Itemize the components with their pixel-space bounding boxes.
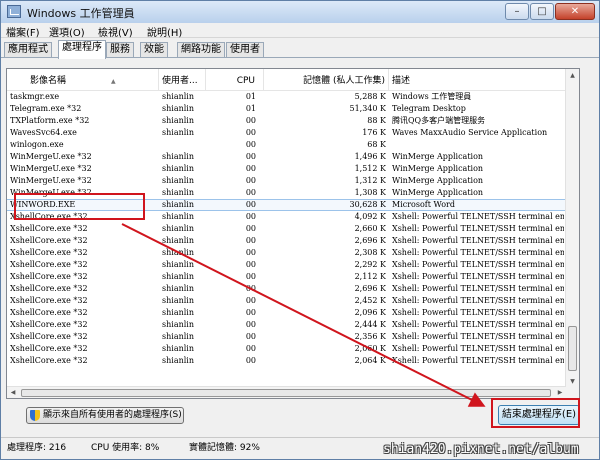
tab-processes[interactable]: 處理程序 xyxy=(58,40,106,59)
watermark-text: shian420.pixnet.net/album xyxy=(383,442,579,457)
annotation-arrow xyxy=(121,223,486,407)
